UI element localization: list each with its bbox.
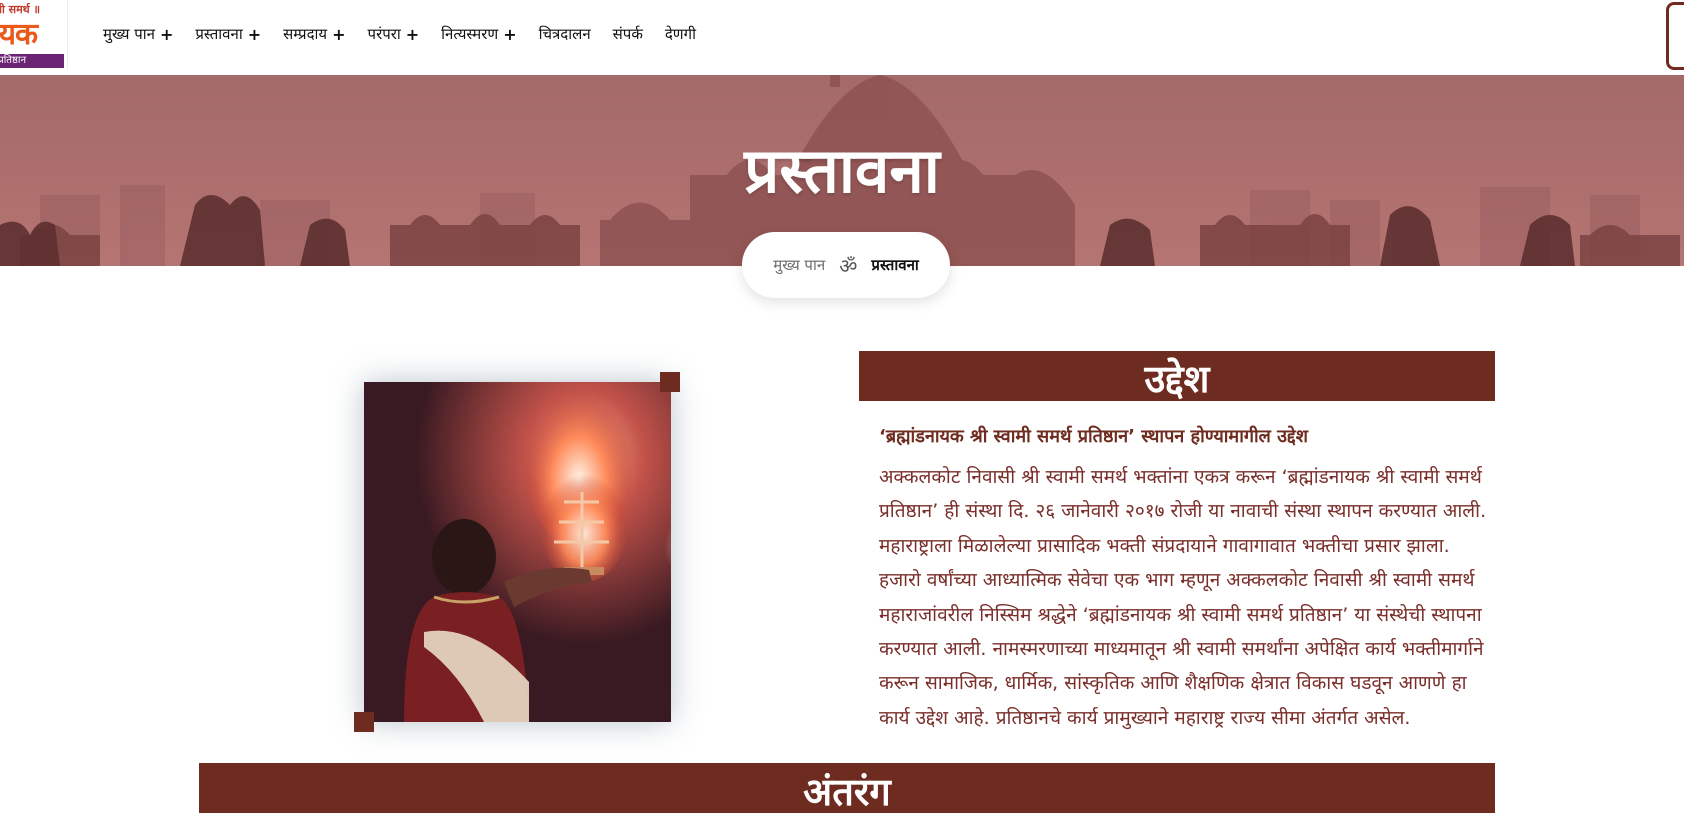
aarti-photo-illustration [364,382,671,722]
plus-icon: + [332,24,346,44]
paragraph-line: अक्कलकोट निवासी श्री स्वामी समर्थ भक्तां… [879,466,1482,488]
om-icon: ॐ [839,253,858,278]
nav-item-gallery[interactable]: चित्रदालन [539,24,591,44]
nav-item-label: सम्प्रदाय [283,25,328,43]
breadcrumb-current: प्रस्तावना [871,256,919,274]
paragraph-line: करून सामाजिक, धार्मिक, सांस्कृतिक आणि शै… [879,672,1467,695]
nav-item-home[interactable]: मुख्य पान + [103,24,173,44]
objective-heading: उद्देश [859,351,1495,401]
nav-item-label: संपर्क [612,25,643,43]
inner-section-heading: अंतरंग [199,763,1495,813]
nav-item-contact[interactable]: संपर्क [613,24,643,44]
nav-item-label: नित्यस्मरण [441,25,499,43]
paragraph-line: हजारो वर्षांच्या आध्यात्मिक सेवेचा एक भा… [879,569,1475,592]
photo-corner-accent-top-right [660,372,680,392]
nav-item-label: मुख्य पान [103,25,155,43]
breadcrumb-home-link[interactable]: मुख्य पान [773,255,825,275]
aarti-photo [364,382,671,722]
breadcrumb: मुख्य पान ॐ प्रस्तावना [742,232,950,298]
nav-item-label: परंपरा [367,25,401,43]
page-title: प्रस्तावना [744,134,940,207]
objective-paragraph: अक्कलकोट निवासी श्री स्वामी समर्थ भक्तां… [879,460,1489,735]
paragraph-line: प्रतिष्ठान’ ही संस्था दि. २६ जानेवारी २०… [879,500,1487,523]
paragraph-line: महाराष्ट्राला मिळालेल्या प्रासादिक भक्ती… [879,534,1450,557]
site-header: ामी समर्थ ॥ ायक प्रतिष्ठान मुख्य पान + प… [0,0,1684,75]
plus-icon: + [159,24,174,44]
site-logo[interactable]: ामी समर्थ ॥ ायक प्रतिष्ठान [0,0,68,70]
logo-line-2: ायक [0,17,38,52]
main-nav: मुख्य पान + प्रस्तावना + सम्प्रदाय + परं… [103,24,696,44]
photo-corner-accent-bottom-left [354,712,374,732]
nav-item-label: प्रस्तावना [195,25,243,43]
paragraph-line: महाराजांवरील निस्सिम श्रद्धेने ‘ब्रह्मां… [879,603,1482,626]
paragraph-line: कार्य उद्देश आहे. प्रतिष्ठानचे कार्य प्र… [879,706,1411,729]
logo-line-3: प्रतिष्ठान [0,54,64,68]
nav-item-label: देणगी [664,25,696,43]
nav-item-introduction[interactable]: प्रस्तावना + [195,24,261,44]
paragraph-line: करण्यात आली. नामस्मरणाच्या माध्यमातून श्… [879,638,1484,661]
plus-icon: + [503,24,517,44]
nav-item-sampradaya[interactable]: सम्प्रदाय + [283,24,345,44]
plus-icon: + [247,24,262,44]
nav-item-nityasmaran[interactable]: नित्यस्मरण + [441,24,516,44]
header-action-button[interactable] [1666,2,1684,70]
objective-subheading: ‘ब्रह्मांडनायक श्री स्वामी समर्थ प्रतिष्… [879,426,1308,447]
nav-item-label: चित्रदालन [538,25,591,43]
nav-item-donation[interactable]: देणगी [665,24,696,44]
plus-icon: + [405,24,420,44]
nav-item-parampara[interactable]: परंपरा + [368,24,420,44]
